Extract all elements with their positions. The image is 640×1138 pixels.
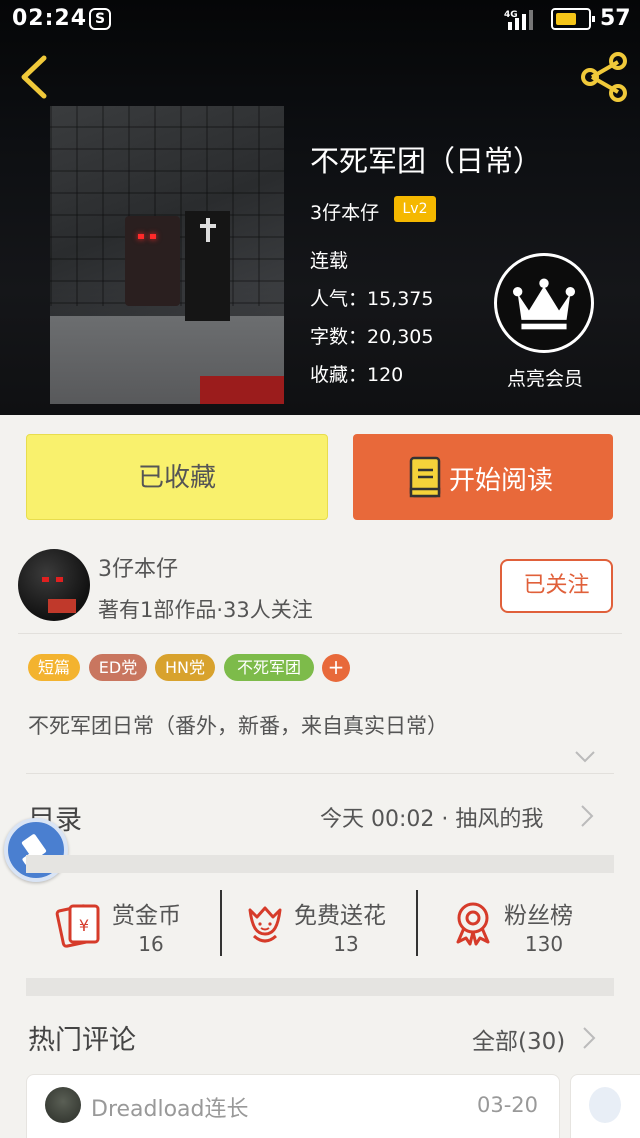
app-notification-icon: S (89, 8, 111, 30)
bounty-coins-value: 16 (138, 932, 164, 956)
tag-short[interactable]: 短篇 (28, 654, 80, 681)
book-author[interactable]: 3仔本仔 (310, 198, 379, 225)
red-envelope-icon[interactable]: ¥ (54, 898, 104, 948)
hot-comments-title: 热门评论 (28, 1025, 136, 1056)
catalog-latest-chapter[interactable]: 今天 00:02 · 抽风的我 (320, 801, 543, 833)
commenter-avatar[interactable] (45, 1087, 81, 1123)
section-separator (26, 855, 614, 873)
comment-card[interactable] (570, 1074, 640, 1138)
divider (18, 633, 622, 634)
section-separator (26, 978, 614, 996)
chevron-down-icon[interactable] (574, 750, 596, 764)
divider (26, 773, 614, 774)
book-icon (409, 456, 441, 498)
author-avatar[interactable] (18, 549, 90, 621)
battery-icon (551, 8, 595, 30)
status-time: 02:24 (12, 6, 88, 31)
status-bar: 02:24 S 4G 57 (0, 0, 640, 40)
collected-button[interactable]: 已收藏 (26, 434, 328, 520)
tag-ed[interactable]: ED党 (89, 654, 147, 681)
level-badge: Lv2 (394, 196, 436, 222)
back-arrow-icon[interactable] (14, 52, 54, 102)
vip-label[interactable]: 点亮会员 (490, 364, 600, 391)
see-all-comments-link[interactable]: 全部(30) (472, 1022, 565, 1056)
book-title: 不死军团（日常） (310, 144, 543, 178)
fan-ranking-value: 130 (524, 932, 564, 956)
word-count-stat: 字数：20,305 (310, 326, 434, 348)
free-flowers-label[interactable]: 免费送花 (294, 896, 386, 930)
vip-button[interactable] (494, 253, 594, 353)
author-stats: 著有1部作品·33人关注 (98, 598, 313, 622)
free-flowers-value: 13 (333, 932, 359, 956)
bounty-coins-label[interactable]: 赏金币 (112, 896, 181, 930)
start-reading-button[interactable]: 开始阅读 (353, 434, 613, 520)
favorites-stat: 收藏：120 (310, 364, 404, 386)
divider (416, 890, 418, 956)
comment-date: 03-20 (477, 1093, 539, 1117)
signal-icon: 4G (504, 10, 533, 30)
fan-ranking-label[interactable]: 粉丝榜 (504, 896, 573, 930)
book-description: 不死军团日常（番外，新番，来自真实日常） (28, 714, 448, 738)
svg-text:¥: ¥ (79, 916, 89, 935)
chevron-right-icon[interactable] (582, 1026, 596, 1050)
flower-icon[interactable] (240, 900, 290, 950)
share-icon[interactable] (578, 52, 630, 102)
serial-status: 连载 (310, 250, 349, 272)
commenter-avatar[interactable] (589, 1087, 621, 1123)
author-name[interactable]: 3仔本仔 (98, 551, 178, 583)
comment-card[interactable]: Dreadload连长 03-20 (26, 1074, 560, 1138)
battery-percent: 57 (600, 6, 631, 31)
add-tag-button[interactable]: + (322, 654, 350, 682)
book-header: 02:24 S 4G 57 不死军团（日常） 3仔本仔 Lv2 连载 人气：15… (0, 0, 640, 415)
tag-undead-legion[interactable]: 不死军团 (224, 654, 314, 681)
crown-icon (512, 278, 576, 330)
book-cover-image[interactable] (50, 106, 284, 404)
follow-button[interactable]: 已关注 (500, 559, 613, 613)
start-reading-label: 开始阅读 (449, 466, 554, 496)
medal-icon[interactable] (448, 898, 498, 948)
tag-hn[interactable]: HN党 (155, 654, 215, 681)
popularity-stat: 人气：15,375 (310, 288, 434, 310)
chevron-right-icon[interactable] (580, 804, 594, 828)
divider (220, 890, 222, 956)
commenter-name[interactable]: Dreadload连长 (91, 1091, 249, 1123)
